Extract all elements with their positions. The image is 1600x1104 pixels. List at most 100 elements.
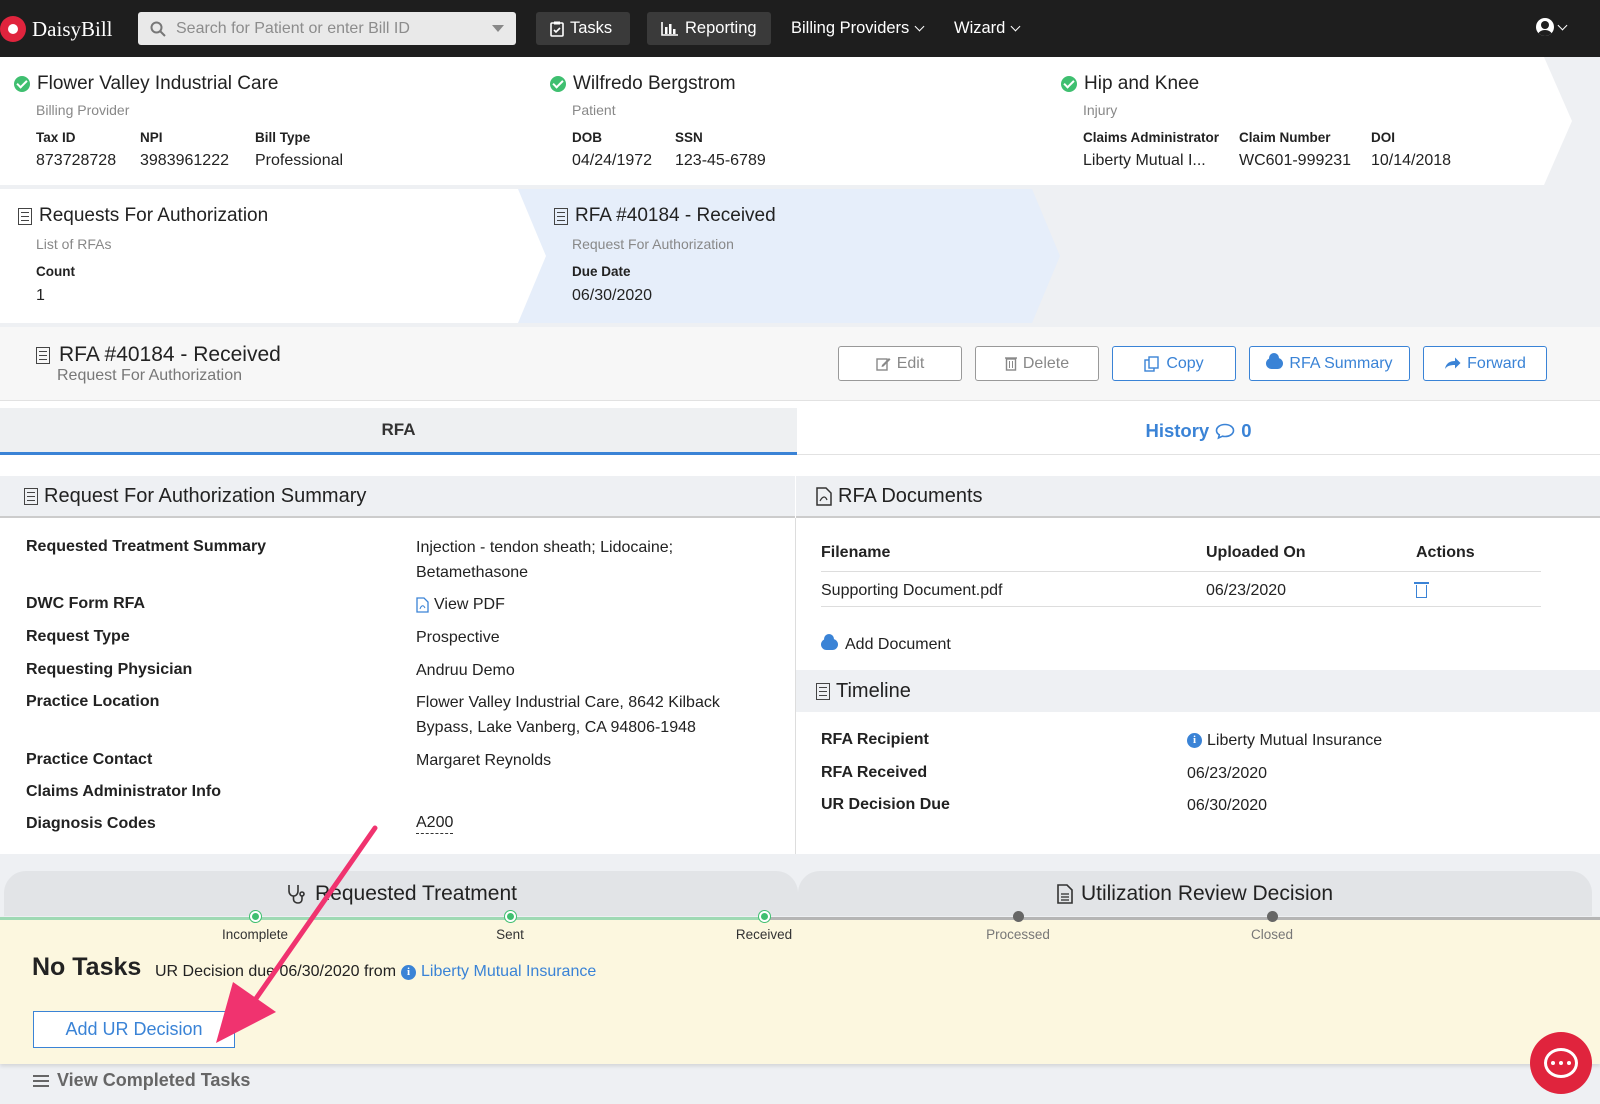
history-label: History	[1145, 420, 1210, 441]
add-document-link[interactable]: Add Document	[821, 632, 951, 657]
summary-row-label: Diagnosis Codes	[26, 815, 156, 832]
copy-button[interactable]: Copy	[1112, 346, 1236, 381]
wizard-label: Wizard	[954, 19, 1006, 37]
document-uploaded-date: 06/23/2020	[1206, 582, 1287, 599]
list-icon	[33, 1079, 49, 1082]
user-account-icon[interactable]	[1536, 18, 1554, 36]
summary-row-label: Claims Administrator Info	[26, 783, 221, 800]
injury-title[interactable]: Hip and Knee	[1061, 73, 1199, 95]
breadcrumb	[0, 57, 1600, 327]
timeline-row-label: RFA Recipient	[821, 731, 929, 748]
summary-panel-header: Request For Authorization Summary	[0, 476, 795, 518]
progress-step-dot	[1267, 911, 1278, 922]
comment-icon	[1215, 423, 1235, 439]
claim-number-value: WC601-999231	[1239, 152, 1352, 169]
tab-rfa[interactable]: RFA	[0, 408, 797, 455]
timeline-row-label: RFA Received	[821, 764, 928, 781]
trash-icon	[1004, 357, 1017, 371]
progress-step-label: Closed	[1250, 927, 1294, 942]
claim-number-label: Claim Number	[1239, 130, 1331, 145]
view-pdf-link[interactable]: View PDF	[416, 592, 505, 617]
wizard-menu[interactable]: Wizard	[940, 12, 1033, 45]
summary-row-value: Margaret Reynolds	[416, 752, 552, 769]
tax-id-label: Tax ID	[36, 130, 76, 145]
column-header-actions: Actions	[1416, 544, 1475, 561]
column-header-filename[interactable]: Filename	[821, 544, 890, 562]
patient-title[interactable]: Wilfredo Bergstrom	[550, 73, 736, 95]
timeline-panel-header: Timeline	[796, 670, 1600, 712]
progress-track-complete	[0, 917, 764, 920]
tasks-button[interactable]: Tasks	[536, 12, 630, 45]
summary-row-value: Flower Valley Industrial Care, 8642 Kilb…	[416, 694, 720, 736]
document-list-icon	[18, 207, 32, 225]
summary-row-label: Request Type	[26, 628, 130, 645]
count-value: 1	[36, 287, 45, 304]
chevron-down-icon	[1010, 21, 1021, 32]
edit-button[interactable]: Edit	[838, 346, 962, 381]
current-rfa-title[interactable]: RFA #40184 - Received	[554, 205, 776, 227]
npi-label: NPI	[140, 130, 163, 145]
tax-id-value: 873728728	[36, 152, 117, 169]
billing-providers-menu[interactable]: Billing Providers	[777, 12, 937, 45]
tab-history[interactable]: History 0	[797, 408, 1600, 455]
view-completed-tasks-link[interactable]: View Completed Tasks	[33, 1070, 250, 1091]
documents-panel-title: RFA Documents	[838, 484, 983, 507]
column-header-uploaded[interactable]: Uploaded On	[1206, 544, 1306, 562]
dob-label: DOB	[572, 130, 602, 145]
logo[interactable]: DaisyBill	[0, 13, 113, 45]
chat-support-button[interactable]	[1530, 1032, 1592, 1094]
document-icon	[1057, 883, 1073, 904]
delete-button[interactable]: Delete	[975, 346, 1099, 381]
progress-step-dot	[1013, 911, 1024, 922]
insurance-link[interactable]: Liberty Mutual Insurance	[421, 963, 596, 981]
chevron-down-icon[interactable]	[1557, 20, 1568, 31]
reporting-button[interactable]: Reporting	[647, 12, 771, 45]
table-divider	[821, 571, 1541, 572]
search-dropdown-caret-icon[interactable]	[492, 25, 504, 32]
pdf-file-icon	[416, 596, 429, 613]
provider-title[interactable]: Flower Valley Industrial Care	[14, 73, 278, 95]
document-list-icon	[36, 346, 50, 364]
document-list-icon	[816, 682, 830, 700]
pdf-file-icon	[816, 486, 832, 506]
share-forward-icon	[1445, 357, 1461, 369]
due-date-value: 06/30/2020	[572, 287, 653, 304]
ssn-value: 123-45-6789	[675, 152, 766, 169]
progress-track-pending	[764, 917, 1600, 920]
search-box[interactable]	[138, 12, 516, 45]
task-description: UR Decision due 06/30/2020 from i Libert…	[155, 963, 597, 981]
ur-decision-header[interactable]: Utilization Review Decision	[798, 871, 1592, 916]
daisy-logo-icon	[0, 16, 26, 42]
search-input[interactable]	[176, 19, 492, 38]
check-circle-icon	[550, 76, 566, 92]
timeline-row-value: 06/23/2020	[1187, 765, 1268, 782]
due-date-label: Due Date	[572, 264, 631, 279]
dob-value: 04/24/1972	[572, 152, 653, 169]
doi-value: 10/14/2018	[1371, 152, 1452, 169]
clipboard-check-icon	[550, 21, 564, 37]
top-navbar: DaisyBill Tasks Reporting Billing Provid…	[0, 0, 1600, 57]
chevron-down-icon	[914, 21, 925, 32]
summary-row-value: Injection - tendon sheath; Lidocaine; Be…	[416, 539, 674, 581]
summary-row-label: Practice Contact	[26, 751, 153, 768]
trash-icon[interactable]	[1414, 582, 1429, 598]
edit-icon	[876, 358, 891, 371]
bill-type-value: Professional	[255, 152, 344, 169]
requested-treatment-header[interactable]: Requested Treatment	[4, 871, 798, 916]
add-ur-decision-button[interactable]: Add UR Decision	[33, 1011, 235, 1048]
summary-row-label: Requested Treatment Summary	[26, 538, 267, 555]
summary-row-label: Practice Location	[26, 693, 160, 710]
rfa-recipient-link[interactable]: i Liberty Mutual Insurance	[1187, 728, 1382, 753]
npi-value: 3983961222	[140, 152, 229, 169]
document-list-icon	[554, 207, 568, 225]
check-circle-icon	[14, 76, 30, 92]
rfa-summary-button[interactable]: RFA Summary	[1249, 346, 1410, 381]
document-filename-link[interactable]: Supporting Document.pdf	[821, 578, 1002, 603]
reporting-label: Reporting	[685, 19, 757, 37]
summary-row-value: Andruu Demo	[416, 662, 515, 679]
forward-button[interactable]: Forward	[1423, 346, 1547, 381]
cloud-upload-icon	[821, 634, 838, 650]
tasks-heading: No Tasks	[32, 953, 142, 981]
rfa-list-title[interactable]: Requests For Authorization	[18, 205, 268, 227]
diagnosis-code[interactable]: A200	[416, 812, 454, 834]
